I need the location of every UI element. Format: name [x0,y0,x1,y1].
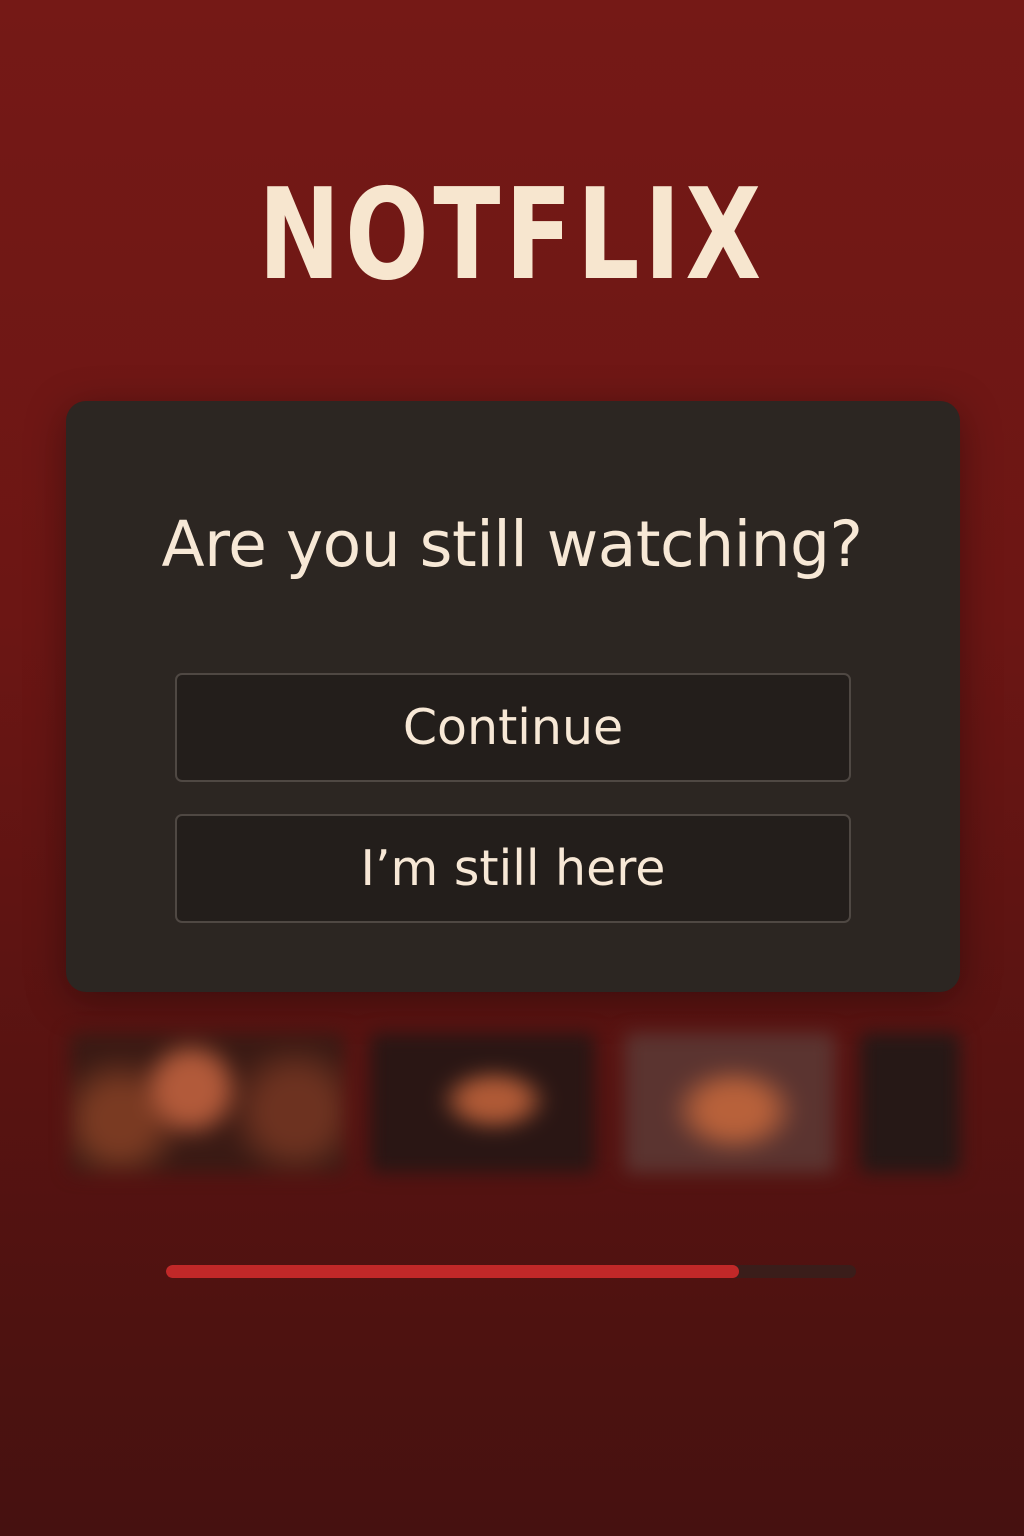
dialog-title: Are you still watching? [161,508,863,581]
continue-button[interactable]: Continue [175,673,851,782]
notflix-logo: NOTFLIX [0,160,1024,310]
playback-progress-fill [166,1265,739,1278]
thumbnail-3 [625,1033,835,1173]
blurred-thumbnail-row [70,1033,960,1173]
thumbnail-4 [860,1033,960,1173]
thumbnail-1 [70,1033,345,1173]
playback-progress-bar[interactable] [166,1265,856,1278]
logo-wordmark: NOTFLIX [258,161,766,308]
still-here-button[interactable]: I’m still here [175,814,851,923]
thumbnail-2 [370,1033,595,1173]
